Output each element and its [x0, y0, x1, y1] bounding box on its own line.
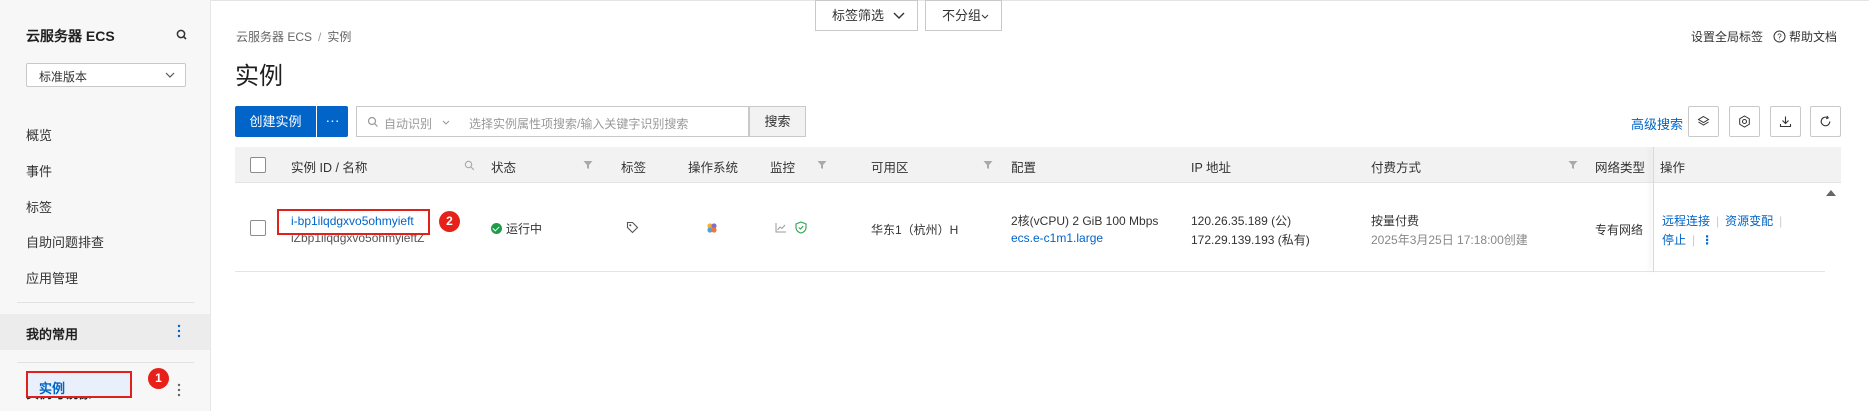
column-header-status: 状态	[491, 161, 517, 175]
more-ops-icon[interactable]: ⋮	[1701, 233, 1713, 247]
zone-value: 华东1（杭州）H	[871, 223, 959, 237]
instance-type-link[interactable]: ecs.e-c1m1.large	[1011, 231, 1103, 245]
created-time: 2025年3月25日 17:18:00创建	[1371, 233, 1528, 247]
status-text: 运行中	[506, 222, 543, 236]
chevron-down-icon	[893, 12, 905, 19]
column-header-id-name: 实例 ID / 名称	[291, 161, 368, 175]
table-row[interactable]: iZbp1ilqdgxvo5ohmyieftZ 运行中 华东1（杭州）H 2核(…	[235, 183, 1825, 272]
scroll-up-arrow[interactable]	[1826, 190, 1836, 196]
group-by-label: 不分组	[942, 8, 982, 23]
column-header-billing: 付费方式	[1371, 161, 1422, 175]
network-type: 专有网络	[1595, 223, 1644, 237]
sidebar-item-troubleshoot[interactable]: 自助问题排查	[26, 232, 104, 251]
filter-icon[interactable]	[817, 160, 827, 170]
search-icon	[367, 116, 378, 127]
refresh-button[interactable]	[1810, 106, 1841, 137]
filter-icon[interactable]	[983, 160, 993, 170]
sidebar-group-label: 我的常用	[26, 327, 79, 342]
column-header-monitor: 监控	[770, 161, 796, 175]
chevron-down-icon	[981, 14, 989, 19]
column-header-os: 操作系统	[688, 161, 739, 175]
layers-icon	[1697, 115, 1710, 126]
column-header-config: 配置	[1011, 161, 1037, 175]
breadcrumb-item: 实例	[327, 30, 352, 44]
more-vertical-icon[interactable]	[176, 383, 182, 397]
sidebar-group-favorites[interactable]: 我的常用	[0, 314, 210, 350]
column-header-zone: 可用区	[871, 161, 909, 175]
group-by-button[interactable]: 不分组	[925, 0, 1002, 31]
search-icon[interactable]	[464, 160, 475, 171]
shield-icon[interactable]	[795, 221, 807, 234]
global-tags-link[interactable]: 设置全局标签	[1691, 28, 1763, 45]
search-input[interactable]: 自动识别 选择实例属性项搜索/输入关键字识别搜索	[356, 106, 749, 137]
tag-filter-button[interactable]: 标签筛选	[815, 0, 918, 31]
status-badge: 运行中	[491, 220, 542, 237]
help-docs-link[interactable]: ? 帮助文档	[1773, 28, 1837, 45]
search-mode-select[interactable]: 自动识别	[384, 115, 432, 132]
ops-line-2: 停止 | ⋮	[1662, 233, 1714, 247]
resource-change-link[interactable]: 资源变配	[1725, 214, 1773, 228]
column-header-ip: IP 地址	[1191, 161, 1232, 175]
select-all-checkbox[interactable]	[250, 157, 266, 173]
stop-link[interactable]: 停止	[1662, 233, 1686, 247]
refresh-icon	[1820, 115, 1831, 127]
column-header-network: 网络类型	[1595, 161, 1646, 175]
page-title: 实例	[235, 63, 283, 90]
gear-icon	[1739, 115, 1750, 128]
sidebar: 云服务器 ECS 标准版本 概览 事件 标签 自助问题排查 应用管理 我的常用 …	[0, 0, 211, 411]
column-header-tags: 标签	[621, 161, 647, 175]
step-marker-2: 2	[439, 211, 460, 232]
monitor-chart-icon[interactable]	[775, 222, 787, 233]
sidebar-item-app-management[interactable]: 应用管理	[26, 268, 78, 287]
table-header: 实例 ID / 名称 状态 标签 操作系统 监控 可用区 配置 IP 地址 付费…	[235, 147, 1841, 183]
download-button[interactable]	[1770, 106, 1801, 137]
search-button[interactable]: 搜索	[749, 106, 806, 137]
advanced-search-link[interactable]: 高级搜索	[1631, 114, 1683, 133]
chevron-down-icon	[442, 120, 450, 125]
create-more-button[interactable]: ···	[317, 106, 348, 137]
os-icon	[707, 223, 717, 233]
highlight-box	[277, 209, 430, 235]
version-select-value: 标准版本	[39, 70, 88, 84]
search-placeholder: 选择实例属性项搜索/输入关键字识别搜索	[469, 117, 689, 131]
sidebar-title: 云服务器 ECS	[26, 28, 115, 44]
billing-method: 按量付费	[1371, 214, 1420, 228]
breadcrumb: 云服务器 ECS / 实例	[236, 30, 352, 44]
version-select[interactable]: 标准版本	[26, 63, 186, 87]
row-checkbox[interactable]	[250, 220, 266, 236]
column-header-ops: 操作	[1660, 161, 1686, 175]
sidebar-item-label: 实例	[39, 381, 66, 396]
private-ip[interactable]: 172.29.139.193 (私有)	[1191, 231, 1310, 248]
sidebar-item-events[interactable]: 事件	[26, 161, 52, 180]
remote-connect-link[interactable]: 远程连接	[1662, 214, 1710, 228]
ops-line-1: 远程连接 | 资源变配 |	[1662, 214, 1783, 228]
create-instance-button[interactable]: 创建实例	[235, 106, 316, 137]
step-marker-1: 1	[148, 368, 169, 389]
ops-column-divider	[1653, 147, 1654, 272]
sidebar-divider	[17, 362, 194, 363]
running-status-icon	[491, 223, 502, 234]
tag-filter-label: 标签筛选	[832, 8, 885, 23]
chevron-down-icon	[165, 72, 175, 78]
settings-button[interactable]	[1729, 106, 1760, 137]
more-vertical-icon[interactable]	[176, 324, 182, 338]
config-spec: 2核(vCPU) 2 GiB 100 Mbps	[1011, 214, 1159, 228]
sidebar-item-overview[interactable]: 概览	[26, 125, 52, 144]
search-icon[interactable]	[175, 28, 189, 42]
filter-icon[interactable]	[583, 160, 593, 170]
filter-icon[interactable]	[1568, 160, 1578, 170]
breadcrumb-item[interactable]: 云服务器 ECS	[236, 30, 312, 44]
sidebar-item-instances[interactable]: 实例	[26, 371, 132, 398]
public-ip[interactable]: 120.26.35.189 (公)	[1191, 212, 1291, 229]
help-icon: ?	[1773, 30, 1786, 43]
layers-button[interactable]	[1688, 106, 1719, 137]
download-icon	[1779, 116, 1792, 128]
tag-icon[interactable]	[626, 221, 639, 234]
svg-text:?: ?	[1777, 33, 1782, 42]
sidebar-item-tags[interactable]: 标签	[26, 197, 52, 216]
help-docs-label: 帮助文档	[1788, 30, 1837, 44]
top-right-links: 设置全局标签 ? 帮助文档	[1691, 28, 1837, 45]
sidebar-divider	[17, 302, 194, 303]
